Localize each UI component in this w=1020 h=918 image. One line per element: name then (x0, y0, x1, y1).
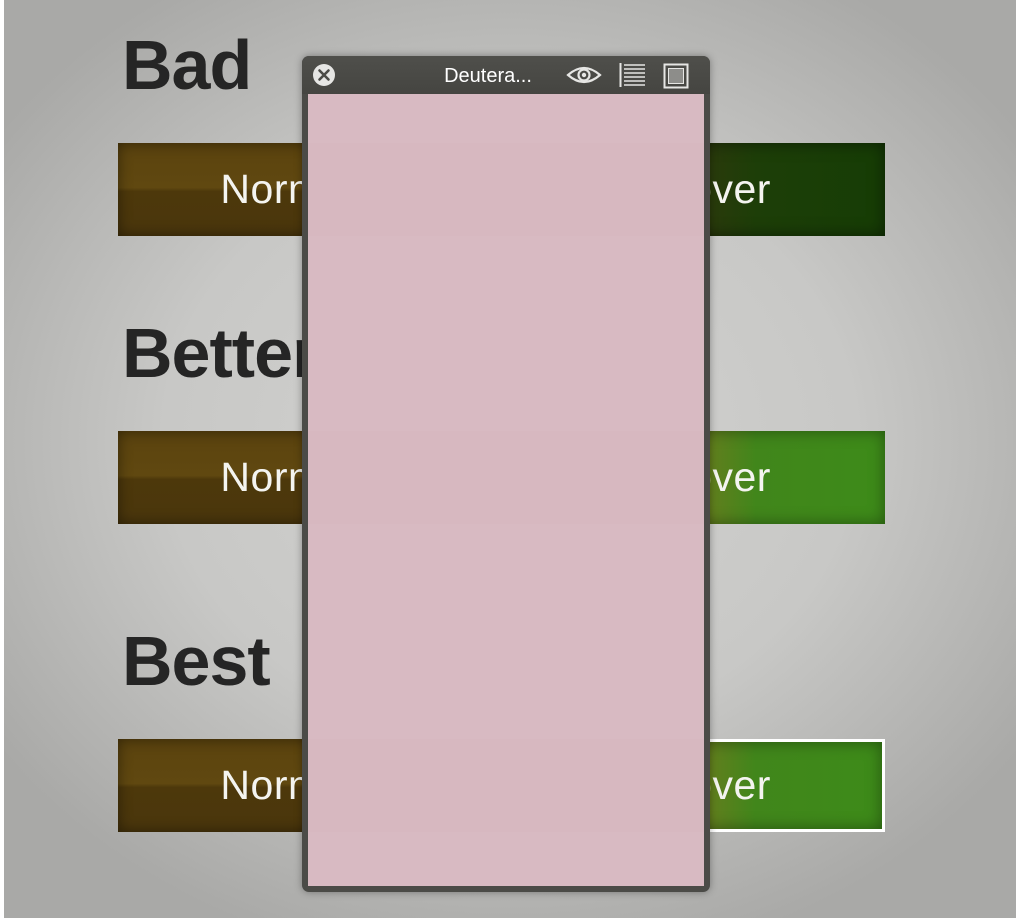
close-icon[interactable] (312, 63, 336, 92)
filter-window-title: Deutera... (444, 65, 532, 87)
filter-window-titlebar[interactable]: Deutera... (302, 56, 710, 94)
square-icon[interactable] (663, 63, 689, 94)
heading-best: Best (122, 622, 271, 700)
pane-button-band (308, 431, 704, 524)
eye-icon[interactable] (566, 64, 602, 91)
heading-better: Better (122, 314, 319, 392)
deuteranopia-filter-window[interactable]: Deutera... (302, 56, 710, 892)
filter-preview-pane (308, 94, 704, 886)
pane-button-band (308, 143, 704, 236)
heading-bad: Bad (122, 26, 252, 104)
list-icon[interactable] (619, 62, 647, 93)
pane-button-band (308, 739, 704, 832)
